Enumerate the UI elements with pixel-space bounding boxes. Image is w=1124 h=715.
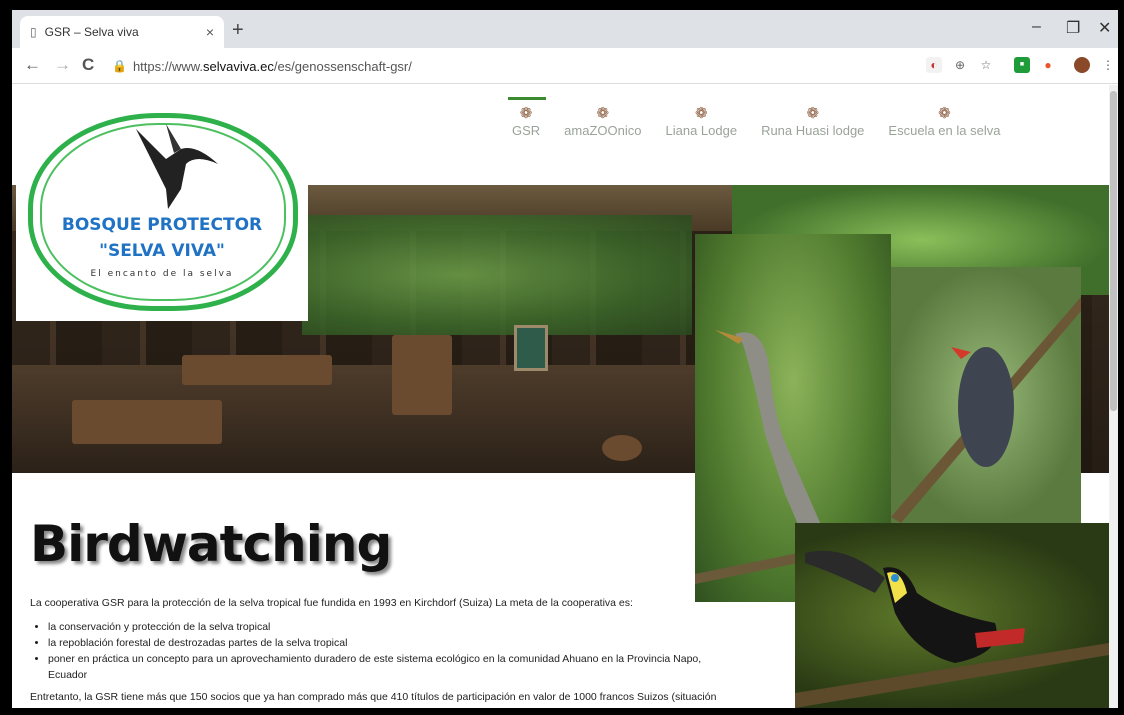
intro-paragraph: La cooperativa GSR para la protección de… — [30, 597, 633, 609]
goals-list: la conservación y protección de la selva… — [48, 619, 730, 683]
zoom-icon[interactable]: ⊕ — [952, 57, 968, 73]
flower-icon: ❁ — [694, 105, 708, 122]
minimize-button[interactable]: – — [1032, 18, 1041, 36]
page-heading: Birdwatching — [30, 515, 392, 573]
site-logo[interactable]: BOSQUE PROTECTOR "SELVA VIVA" El encanto… — [16, 105, 308, 321]
logo-tagline: El encanto de la selva — [90, 269, 234, 279]
article-body: La cooperativa GSR para la protección de… — [30, 595, 730, 708]
new-tab-button[interactable]: + — [232, 19, 244, 42]
details-paragraph: Entretanto, la GSR tiene más que 150 soc… — [30, 691, 725, 708]
browser-window: ▯ GSR – Selva viva × + – ❐ ✕ ← → C 🔒 htt… — [12, 10, 1118, 708]
logo-title-line2: "SELVA VIVA" — [99, 241, 225, 261]
list-item: la repoblación forestal de destrozadas p… — [48, 635, 730, 651]
lock-icon: 🔒 — [112, 59, 127, 73]
flower-icon: ❁ — [596, 105, 610, 122]
menu-item-gsr[interactable]: ❁ GSR — [500, 97, 552, 138]
scrollbar-thumb[interactable] — [1110, 91, 1117, 411]
flower-icon: ❁ — [938, 105, 951, 122]
toucan-photo — [795, 523, 1109, 708]
restore-button[interactable]: ❐ — [1066, 18, 1080, 38]
profile-avatar[interactable] — [1074, 57, 1090, 73]
menu-item-runa-huasi[interactable]: ❁ Runa Huasi lodge — [749, 105, 876, 138]
nunbird-photo — [891, 267, 1081, 523]
close-window-button[interactable]: ✕ — [1098, 18, 1111, 38]
forward-button[interactable]: → — [54, 55, 71, 75]
back-button[interactable]: ← — [24, 55, 41, 75]
browser-tab[interactable]: ▯ GSR – Selva viva × — [20, 16, 224, 48]
bookmark-star-icon[interactable]: ☆ — [978, 57, 994, 73]
menu-board — [514, 325, 548, 371]
tab-bar: ▯ GSR – Selva viva × + – ❐ ✕ — [12, 10, 1118, 48]
reload-button[interactable]: C — [82, 55, 94, 75]
tab-title: GSR – Selva viva — [44, 25, 139, 39]
list-item: poner en práctica un concepto para un ap… — [48, 651, 730, 683]
flower-icon: ❁ — [519, 105, 533, 122]
address-bar[interactable]: 🔒 https://www.selvaviva.ec/es/genossensc… — [112, 53, 922, 79]
page-scrollbar[interactable] — [1109, 85, 1118, 708]
translate-icon[interactable]: ◐ — [926, 57, 942, 73]
web-page: ❁ GSR ❁ amaZOOnico ❁ Liana Lodge ❁ Runa … — [12, 85, 1109, 708]
extension-flame-icon[interactable]: ● — [1040, 57, 1056, 73]
extension-icon[interactable]: ■ — [1014, 57, 1030, 73]
page-icon: ▯ — [30, 25, 37, 39]
browser-toolbar: ← → C 🔒 https://www.selvaviva.ec/es/geno… — [12, 48, 1118, 84]
close-tab-icon[interactable]: × — [206, 24, 214, 40]
menu-dots-icon[interactable]: ⋮ — [1100, 57, 1116, 73]
logo-title-line1: BOSQUE PROTECTOR — [61, 215, 263, 235]
hummingbird-icon — [136, 124, 218, 209]
site-menu: ❁ GSR ❁ amaZOOnico ❁ Liana Lodge ❁ Runa … — [500, 97, 1012, 138]
list-item: la conservación y protección de la selva… — [48, 619, 730, 635]
url-text: https://www.selvaviva.ec/es/genossenscha… — [132, 58, 412, 74]
menu-item-amazoonico[interactable]: ❁ amaZOOnico — [552, 105, 653, 138]
flower-icon: ❁ — [806, 105, 820, 122]
menu-item-liana-lodge[interactable]: ❁ Liana Lodge — [653, 105, 749, 138]
menu-item-escuela[interactable]: ❁ Escuela en la selva — [876, 105, 1012, 138]
